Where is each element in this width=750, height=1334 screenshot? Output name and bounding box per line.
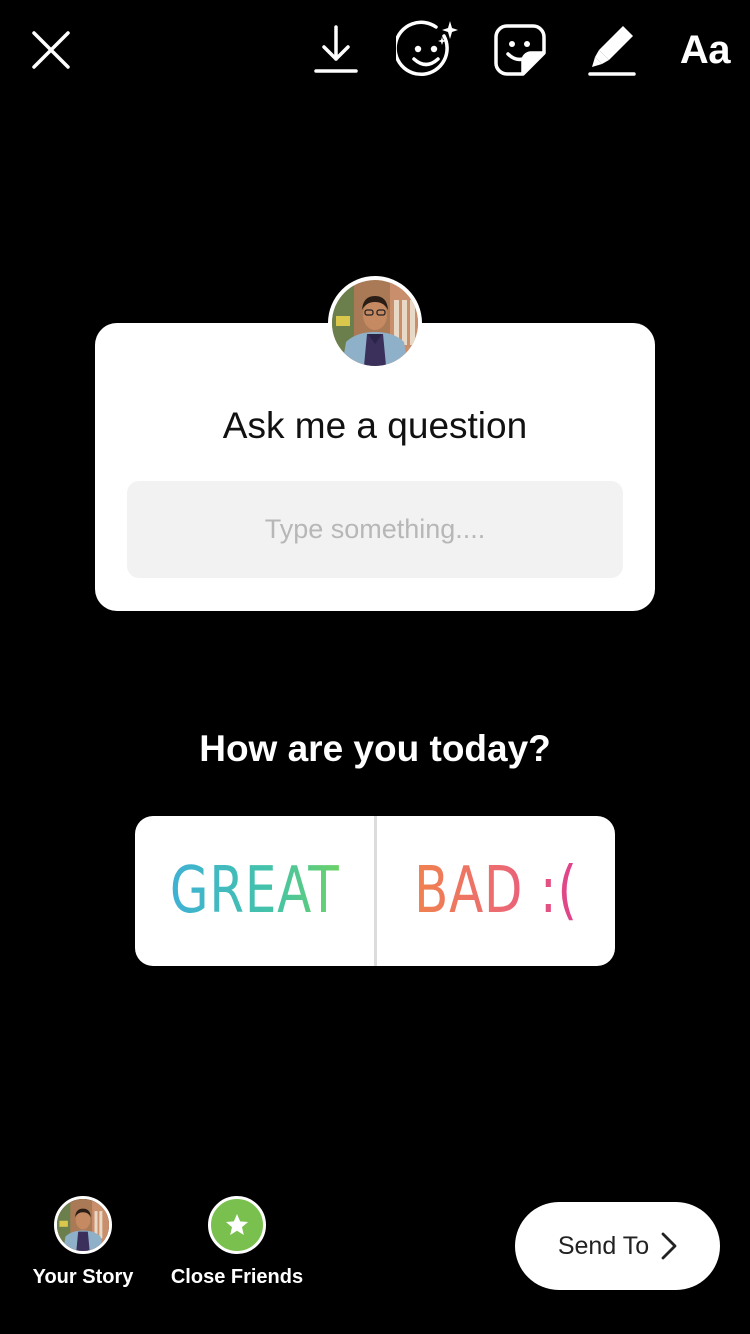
avatar-photo: [332, 280, 418, 366]
your-story-avatar: [54, 1196, 112, 1254]
question-answer-input[interactable]: Type something....: [127, 481, 623, 578]
send-to-label: Send To: [557, 1231, 650, 1260]
text-tool-label: Aa: [679, 27, 731, 72]
download-icon: [314, 25, 358, 73]
poll-question: How are you today?: [199, 728, 551, 769]
download-button[interactable]: [306, 18, 366, 82]
star-icon: [225, 1213, 249, 1235]
draw-button[interactable]: [582, 18, 642, 82]
question-sticker-title: Ask me a question: [222, 405, 528, 446]
your-story-label: Your Story: [32, 1266, 134, 1288]
send-to-button[interactable]: Send To: [515, 1202, 720, 1290]
close-friends-button[interactable]: Close Friends: [152, 1196, 322, 1289]
face-effects-button[interactable]: [392, 18, 464, 82]
close-button[interactable]: [20, 18, 82, 82]
top-toolbar: Aa: [0, 0, 750, 100]
poll-option-bad[interactable]: BAD :(: [377, 816, 616, 966]
your-story-button[interactable]: Your Story: [0, 1196, 168, 1289]
poll-sticker: GREAT BAD :(: [135, 816, 615, 966]
text-tool-button[interactable]: Aa: [668, 18, 742, 82]
poll-option-great-label: GREAT: [169, 854, 340, 928]
poll-option-bad-label: BAD :(: [413, 854, 578, 928]
avatar-photo: [57, 1199, 109, 1251]
sticker-button[interactable]: [488, 18, 552, 82]
face-effects-icon: [396, 20, 458, 77]
sticker-icon: [494, 24, 546, 76]
close-friends-label: Close Friends: [170, 1266, 304, 1288]
draw-marker-icon: [588, 26, 636, 76]
question-sticker-avatar: [328, 276, 422, 370]
close-friends-badge: [208, 1196, 266, 1254]
chevron-right-icon: [661, 1232, 677, 1260]
close-icon: [32, 31, 70, 69]
poll-option-great[interactable]: GREAT: [135, 816, 374, 966]
